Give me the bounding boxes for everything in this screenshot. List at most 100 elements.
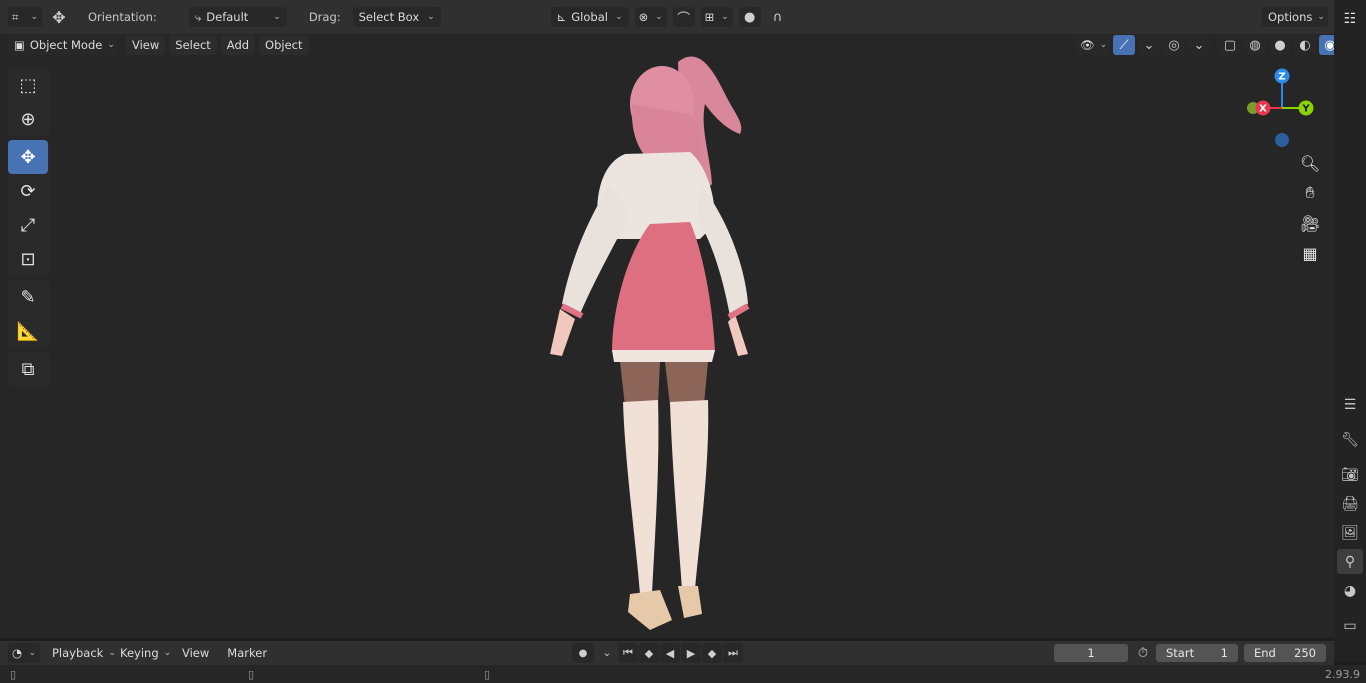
- overlays-icon[interactable]: ◎: [1163, 35, 1185, 55]
- perspective-grid-icon[interactable]: ▦: [1298, 242, 1322, 264]
- axis-x-label: X: [1259, 104, 1267, 115]
- xray-icon[interactable]: ▢: [1219, 35, 1241, 55]
- next-keyframe-icon[interactable]: ◆: [702, 643, 722, 663]
- eye-icon: 👁: [1080, 38, 1095, 52]
- solid-shading-icon[interactable]: ●: [1269, 35, 1291, 55]
- select-box-icon[interactable]: ⬚: [8, 68, 48, 102]
- axis-neg-z-handle[interactable]: [1275, 133, 1289, 147]
- viewport-header: ▣ Object Mode ⌄ View Select Add Object 👁…: [0, 34, 1334, 56]
- overlays-dropdown-icon[interactable]: ⌄: [1188, 35, 1210, 55]
- menu-object[interactable]: Object: [259, 35, 309, 55]
- record-icon[interactable]: ●: [572, 643, 594, 663]
- move-tool-icon[interactable]: ✥: [48, 7, 70, 27]
- visibility-dropdown[interactable]: 👁 ⌄: [1076, 35, 1110, 55]
- rotate-icon[interactable]: ⟳: [8, 174, 48, 208]
- editor-type-dropdown[interactable]: ⌗ ⌄: [8, 7, 42, 27]
- version-label: 2.93.9: [1325, 667, 1360, 681]
- end-frame-field[interactable]: End 250: [1244, 644, 1326, 662]
- timeline-header: ◔ ⌄ Playback ⌄ Keying ⌄ View Marker ● ⌄ ⏮ ◆…: [0, 641, 1334, 665]
- outliner-icon[interactable]: ☷: [1338, 8, 1362, 30]
- zoom-icon[interactable]: 🔍︎: [1298, 152, 1322, 174]
- axis-y-label: Y: [1301, 104, 1310, 115]
- record-options-icon[interactable]: ⌄: [596, 643, 618, 663]
- start-label: Start: [1166, 646, 1195, 660]
- playback-controls: ⏮ ◆ ◀ ▶ ◆ ⏭: [618, 643, 743, 663]
- menu-add[interactable]: Add: [220, 35, 256, 55]
- navigation-gizmo[interactable]: Z Y X: [1245, 68, 1320, 148]
- world-icon[interactable]: ◕: [1337, 578, 1363, 603]
- mode-value: Object Mode: [29, 38, 103, 52]
- falloff-icon[interactable]: ∩: [767, 7, 789, 27]
- 3d-viewport[interactable]: ▣ Object Mode ⌄ View Select Add Object 👁…: [0, 34, 1334, 638]
- status-bar: ▯ ▯ ▯ 2.93.9: [0, 665, 1366, 683]
- drag-dropdown[interactable]: Select Box ⌄: [352, 7, 441, 27]
- menu-select[interactable]: Select: [169, 35, 217, 55]
- prev-keyframe-icon[interactable]: ◆: [639, 643, 659, 663]
- timeline-editor-dropdown[interactable]: ◔ ⌄: [8, 643, 40, 663]
- render-icon[interactable]: 📷︎: [1337, 462, 1363, 487]
- add-cube-icon[interactable]: ⧉: [8, 352, 48, 386]
- cursor-icon[interactable]: ⊕: [8, 102, 48, 136]
- camera-icon[interactable]: 🎥︎: [1298, 212, 1322, 234]
- mode-dropdown[interactable]: ▣ Object Mode ⌄: [8, 35, 118, 55]
- drag-value: Select Box: [358, 10, 420, 24]
- proportional-edit-icon[interactable]: ●: [738, 7, 761, 27]
- clock-icon: ◔: [12, 646, 23, 660]
- play-icon[interactable]: ▶: [681, 643, 701, 663]
- material-shading-icon[interactable]: ◐: [1294, 35, 1316, 55]
- tool-props-icon[interactable]: ☰: [1337, 392, 1363, 417]
- start-frame-field[interactable]: Start 1: [1156, 644, 1238, 662]
- orientation-dropdown[interactable]: ⤷ Default ⌄: [188, 7, 287, 27]
- move-icon[interactable]: ✥: [8, 140, 48, 174]
- viewport-shading-controls: 👁⌄ ⟋ ⌄ ◎ ⌄ ▢ ◍ ● ◐ ◉ ⌄: [1076, 35, 1334, 55]
- timeline-menu-view[interactable]: View: [176, 643, 215, 663]
- tool-shelf: ⬚ ⊕ ✥ ⟳ ⤢ ⊡ ✎ 📐 ⧉: [8, 68, 50, 386]
- measure-icon[interactable]: 📐: [8, 314, 48, 348]
- view-layer-icon[interactable]: 🖼︎: [1337, 520, 1363, 545]
- timeline-menu-marker[interactable]: Marker: [221, 643, 273, 663]
- transform-icon[interactable]: ⊡: [8, 242, 48, 276]
- current-frame-field[interactable]: 1: [1054, 644, 1128, 662]
- wrench-icon[interactable]: 🔧︎: [1337, 427, 1363, 452]
- transform-orientation-dropdown[interactable]: ⊾ Global ⌄: [550, 7, 629, 27]
- tool-settings-icon: ⌗: [12, 9, 19, 24]
- end-label: End: [1254, 646, 1276, 660]
- scene-icon[interactable]: ⚲: [1337, 549, 1363, 574]
- playback-dropdown[interactable]: Playback ⌄: [46, 643, 116, 663]
- properties-tabs: ☰ 🔧︎ 📷︎ 🖨︎ 🖼︎ ⚲ ◕ ▭: [1337, 392, 1363, 638]
- gizmo-toggle-icon[interactable]: ⟋: [1113, 35, 1135, 55]
- pivot-icon: ⊗: [638, 10, 649, 24]
- pan-hand-icon[interactable]: ✋︎: [1298, 182, 1322, 204]
- transform-orientation-value: Global: [571, 10, 608, 24]
- orientation-label: Orientation:: [88, 10, 157, 24]
- character-model: [550, 56, 750, 630]
- start-value: 1: [1220, 646, 1228, 660]
- end-value: 250: [1294, 646, 1316, 660]
- orientation-icon: ⤷: [194, 9, 202, 24]
- keying-dropdown[interactable]: Keying ⌄: [114, 643, 171, 663]
- wireframe-shading-icon[interactable]: ◍: [1244, 35, 1266, 55]
- play-reverse-icon[interactable]: ◀: [660, 643, 680, 663]
- mouse-right-icon: ▯: [484, 667, 491, 681]
- gizmo-dropdown-icon[interactable]: ⌄: [1138, 35, 1160, 55]
- tool-header: ⌗ ⌄ ✥ Orientation: ⤷ Default ⌄ Drag: Sele…: [0, 0, 1334, 34]
- object-mode-icon: ▣: [14, 38, 25, 52]
- snap-increment-icon: ⊞: [704, 10, 715, 24]
- scale-icon[interactable]: ⤢: [8, 208, 48, 242]
- output-icon[interactable]: 🖨︎: [1337, 491, 1363, 516]
- options-dropdown[interactable]: Options ⌄: [1262, 7, 1328, 27]
- rendered-shading-icon[interactable]: ◉: [1319, 35, 1334, 55]
- jump-start-icon[interactable]: ⏮: [618, 643, 638, 663]
- preview-range-icon[interactable]: ⏱: [1132, 643, 1154, 663]
- annotate-icon[interactable]: ✎: [8, 280, 48, 314]
- mouse-middle-icon: ▯: [248, 667, 255, 681]
- snap-icon[interactable]: ⌒: [672, 7, 695, 27]
- transform-orientation-icon: ⊾: [556, 10, 567, 24]
- pivot-dropdown[interactable]: ⊗ ⌄: [634, 7, 667, 27]
- orientation-value: Default: [206, 10, 249, 24]
- menu-view[interactable]: View: [126, 35, 166, 55]
- playback-label: Playback: [52, 646, 104, 660]
- collection-icon[interactable]: ▭: [1337, 613, 1363, 638]
- snap-target-dropdown[interactable]: ⊞ ⌄: [700, 7, 733, 27]
- jump-end-icon[interactable]: ⏭: [723, 643, 743, 663]
